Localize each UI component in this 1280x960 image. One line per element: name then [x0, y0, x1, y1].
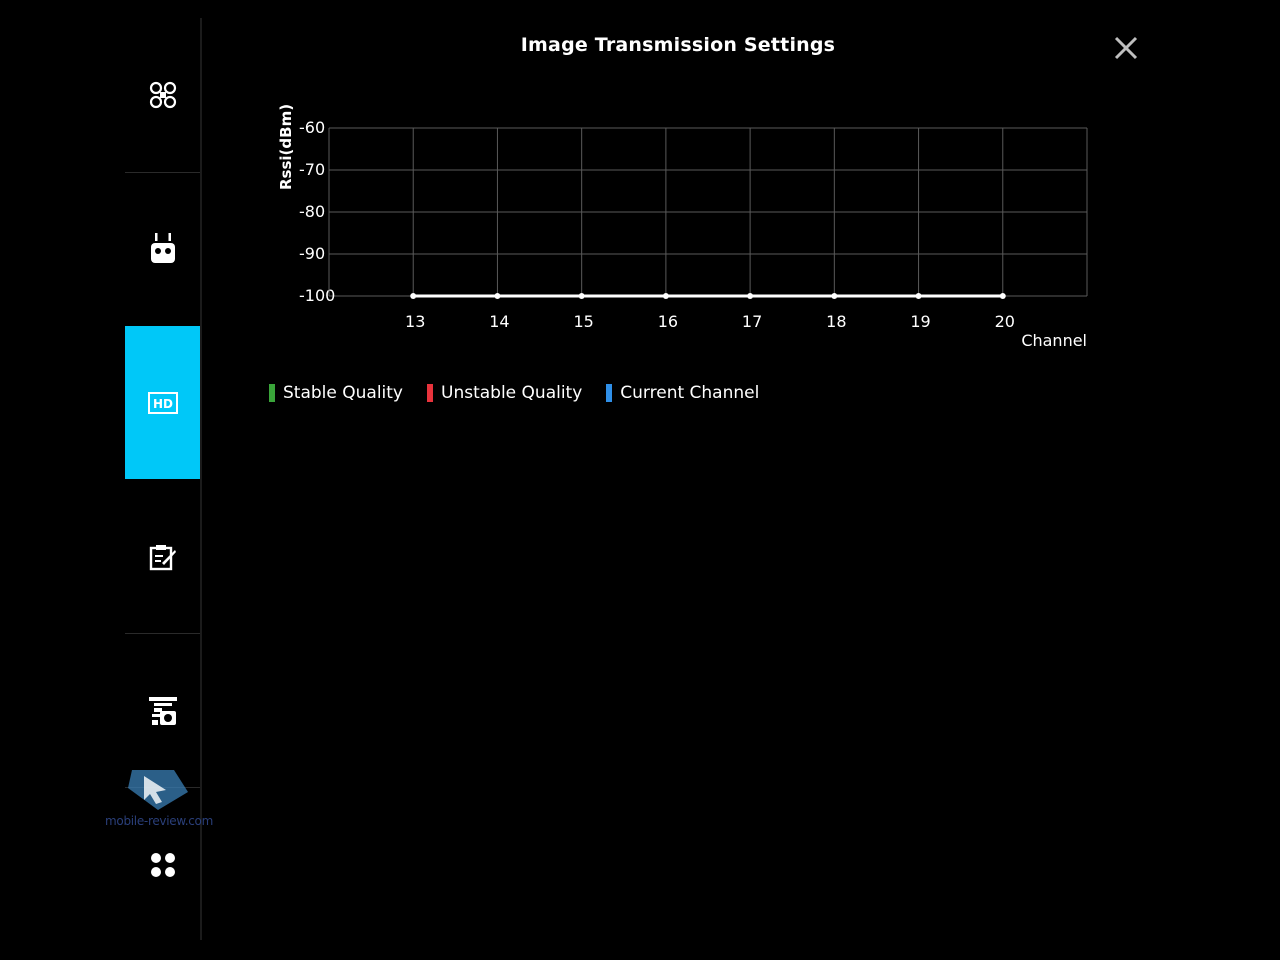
y-tick-label: -90 [299, 244, 325, 263]
data-point [831, 293, 838, 299]
legend-swatch-unstable [427, 384, 433, 402]
legend-item-unstable: Unstable Quality [427, 383, 582, 403]
x-tick-label: 15 [573, 312, 593, 331]
data-point [999, 293, 1006, 299]
x-tick-label: 19 [910, 312, 930, 331]
data-point [662, 293, 669, 299]
checklist-icon [149, 544, 176, 570]
y-tick-label: -80 [299, 202, 325, 221]
x-tick-label: 14 [489, 312, 509, 331]
data-point [494, 293, 501, 299]
gimbal-camera-icon [148, 696, 177, 725]
watermark: mobile-review.com [104, 762, 214, 834]
y-tick-label: -100 [299, 286, 335, 305]
x-tick-label: 17 [742, 312, 762, 331]
data-point [747, 293, 754, 299]
x-axis-label: Channel [1021, 331, 1087, 350]
x-tick-label: 16 [658, 312, 678, 331]
more-dots-icon [150, 852, 175, 877]
x-tick-label: 18 [826, 312, 846, 331]
x-tick-label: 20 [995, 312, 1015, 331]
svg-text:HD: HD [152, 397, 172, 411]
data-point [578, 293, 585, 299]
x-tick-label: 13 [405, 312, 425, 331]
y-tick-label: -70 [299, 160, 325, 179]
legend-label-stable: Stable Quality [283, 383, 403, 403]
legend-label-unstable: Unstable Quality [441, 383, 583, 403]
sidebar-item-checklist[interactable] [125, 480, 200, 633]
y-axis-label: Rssi(dBm) [277, 104, 295, 190]
chart-legend: Stable Quality Unstable Quality Current … [269, 383, 783, 403]
legend-item-stable: Stable Quality [269, 383, 403, 403]
watermark-text: mobile-review.com [105, 814, 213, 828]
legend-label-current: Current Channel [620, 383, 760, 403]
legend-swatch-stable [269, 384, 275, 402]
legend-swatch-current [606, 384, 613, 402]
watermark-logo-icon [128, 770, 188, 810]
y-tick-label: -60 [299, 118, 325, 137]
rssi-channel-chart: -60 -70 -80 -90 -100 13 14 15 16 17 18 19 20 Rssi(dBm… [277, 104, 1088, 350]
data-point [915, 293, 922, 299]
hd-transmission-icon: HD [147, 391, 178, 414]
data-point [410, 293, 417, 299]
legend-item-current: Current Channel [606, 383, 759, 403]
